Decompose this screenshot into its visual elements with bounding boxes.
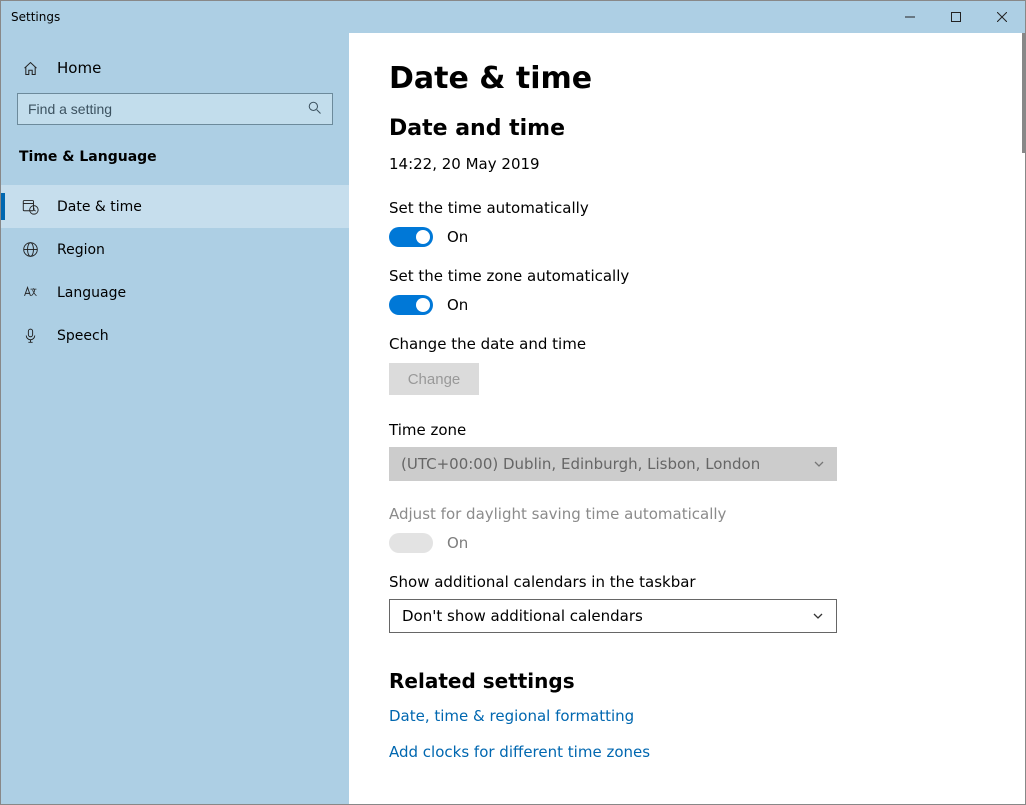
nav-item-label: Speech xyxy=(57,328,109,344)
nav-home[interactable]: Home xyxy=(1,47,349,89)
minimize-button[interactable] xyxy=(887,1,933,33)
calendar-clock-icon xyxy=(21,198,39,215)
search-box[interactable] xyxy=(17,93,333,125)
dst-label: Adjust for daylight saving time automati… xyxy=(389,505,985,523)
search-icon xyxy=(307,100,322,119)
dst-toggle xyxy=(389,533,433,553)
page-title: Date & time xyxy=(389,61,985,96)
time-zone-select: (UTC+00:00) Dublin, Edinburgh, Lisbon, L… xyxy=(389,447,837,481)
microphone-icon xyxy=(21,327,39,344)
content-pane: Date & time Date and time 14:22, 20 May … xyxy=(349,33,1025,804)
nav-item-label: Region xyxy=(57,242,105,258)
set-tz-auto-state: On xyxy=(447,296,468,314)
nav-item-label: Language xyxy=(57,285,126,301)
set-time-auto-state: On xyxy=(447,228,468,246)
nav-item-language[interactable]: Language xyxy=(1,271,349,314)
nav-item-speech[interactable]: Speech xyxy=(1,314,349,357)
chevron-down-icon xyxy=(813,458,825,470)
maximize-button[interactable] xyxy=(933,1,979,33)
home-label: Home xyxy=(57,59,101,77)
window-controls xyxy=(887,1,1025,33)
titlebar: Settings xyxy=(1,1,1025,33)
time-zone-label: Time zone xyxy=(389,421,985,439)
set-time-auto-label: Set the time automatically xyxy=(389,199,985,217)
search-input[interactable] xyxy=(28,101,307,117)
category-label: Time & Language xyxy=(1,137,349,185)
chevron-down-icon xyxy=(812,610,824,622)
home-icon xyxy=(21,60,39,77)
change-button: Change xyxy=(389,363,479,395)
link-date-time-formatting[interactable]: Date, time & regional formatting xyxy=(389,707,985,725)
section-date-time: Date and time xyxy=(389,116,985,141)
window-title: Settings xyxy=(11,10,60,24)
dst-state: On xyxy=(447,534,468,552)
link-add-clocks[interactable]: Add clocks for different time zones xyxy=(389,743,985,761)
globe-icon xyxy=(21,241,39,258)
set-time-auto-toggle[interactable] xyxy=(389,227,433,247)
additional-calendars-label: Show additional calendars in the taskbar xyxy=(389,573,985,591)
settings-window: Settings Home xyxy=(0,0,1026,805)
set-tz-auto-label: Set the time zone automatically xyxy=(389,267,985,285)
current-datetime: 14:22, 20 May 2019 xyxy=(389,155,985,173)
nav-item-region[interactable]: Region xyxy=(1,228,349,271)
set-tz-auto-toggle[interactable] xyxy=(389,295,433,315)
nav-item-label: Date & time xyxy=(57,199,142,215)
additional-calendars-select[interactable]: Don't show additional calendars xyxy=(389,599,837,633)
sidebar: Home Time & Language xyxy=(1,33,349,804)
time-zone-value: (UTC+00:00) Dublin, Edinburgh, Lisbon, L… xyxy=(401,455,760,473)
scrollbar[interactable] xyxy=(1022,33,1025,153)
nav-item-date-time[interactable]: Date & time xyxy=(1,185,349,228)
additional-calendars-value: Don't show additional calendars xyxy=(402,607,643,625)
related-settings-heading: Related settings xyxy=(389,669,985,693)
language-icon xyxy=(21,284,39,301)
change-dt-label: Change the date and time xyxy=(389,335,985,353)
close-button[interactable] xyxy=(979,1,1025,33)
